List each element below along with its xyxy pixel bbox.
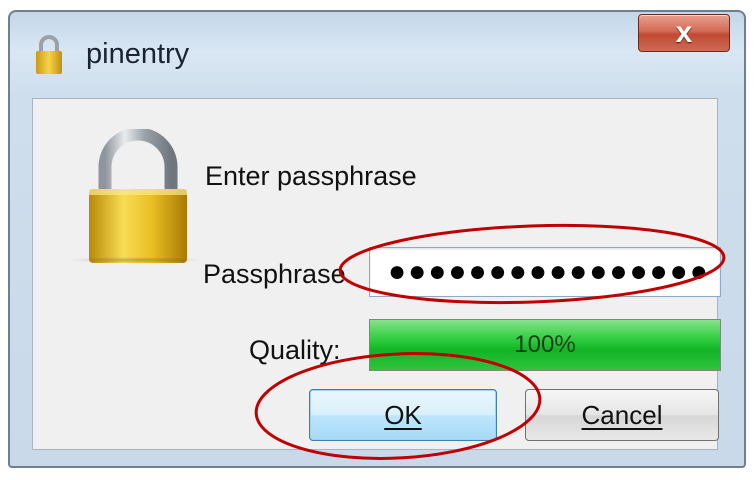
prompt-text: Enter passphrase bbox=[205, 161, 417, 191]
quality-label: Quality: bbox=[249, 335, 341, 365]
dialog-content: Enter passphrase Passphrase ●●●●●●●●●●●●… bbox=[32, 98, 721, 450]
window-title: pinentry bbox=[86, 38, 190, 70]
ok-button[interactable]: OK bbox=[309, 389, 497, 441]
cancel-button-label: Cancel bbox=[581, 399, 663, 430]
quality-value: 100% bbox=[514, 331, 576, 358]
passphrase-input[interactable]: ●●●●●●●●●●●●●●●● bbox=[369, 247, 721, 297]
padlock-icon bbox=[89, 129, 187, 263]
title-bar[interactable]: pinentry x bbox=[10, 12, 744, 90]
quality-bar: 100% bbox=[369, 319, 721, 371]
passphrase-label: Passphrase bbox=[203, 259, 346, 289]
close-button[interactable]: x bbox=[638, 14, 730, 52]
lock-shadow bbox=[65, 257, 205, 263]
close-icon: x bbox=[675, 16, 693, 49]
passphrase-value: ●●●●●●●●●●●●●●●● bbox=[388, 255, 710, 288]
lock-icon bbox=[36, 35, 62, 74]
cancel-button[interactable]: Cancel bbox=[525, 389, 719, 441]
pinentry-window: pinentry x Enter passphrase Passphrase ●… bbox=[8, 10, 746, 468]
ok-button-label: OK bbox=[384, 399, 422, 430]
